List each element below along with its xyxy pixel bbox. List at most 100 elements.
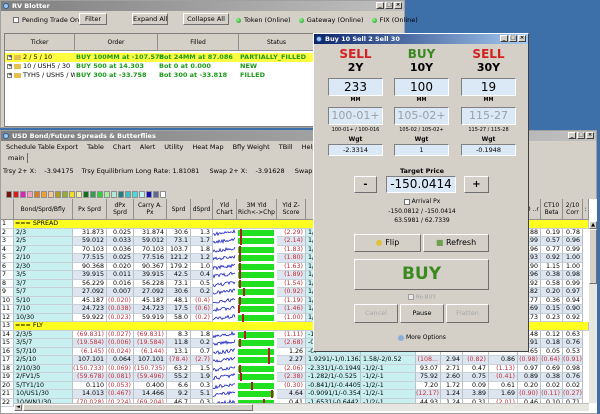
color-swatch[interactable] (34, 191, 40, 198)
color-swatch[interactable] (20, 191, 26, 198)
color-swatch[interactable] (13, 191, 19, 198)
color-swatch[interactable] (104, 191, 110, 198)
leg-weight-input[interactable]: -0.1948 (461, 144, 516, 156)
column-header[interactable]: Px Sprd (73, 199, 107, 220)
dialog-title-bar[interactable]: Buy 10 Sell 2 Sell 30 _ □ × (314, 34, 528, 44)
minimize-button[interactable]: _ (500, 35, 508, 42)
color-swatch[interactable] (111, 191, 117, 198)
more-options-toggle[interactable]: More Options (314, 334, 530, 341)
column-header[interactable]: Yld Chart (213, 199, 237, 220)
flip-button[interactable]: ● Flip (354, 234, 421, 252)
maximize-button[interactable]: □ (385, 2, 393, 9)
leg-quantity-input[interactable]: 233 (328, 78, 383, 96)
horizontal-scrollbar[interactable]: ◄ (14, 403, 589, 411)
col-filled[interactable]: Filled (158, 34, 239, 51)
color-swatch[interactable] (6, 191, 12, 198)
rebuy-checkbox[interactable]: Re-BUY (314, 294, 530, 301)
column-header[interactable]: 3M Yld Rich<->Chp (237, 199, 277, 220)
menu-item-utility[interactable]: Utility (164, 143, 183, 151)
vertical-scroll-thumb[interactable] (589, 229, 597, 284)
color-swatch[interactable] (132, 191, 138, 198)
color-swatch[interactable] (97, 191, 103, 198)
column-header[interactable] (1, 199, 14, 220)
leg-quantity-input[interactable]: 19 (461, 78, 516, 96)
color-swatch[interactable] (146, 191, 152, 198)
expand-all-button[interactable]: Expand All (132, 13, 168, 25)
vertical-scrollbar[interactable]: ▲ (589, 221, 597, 403)
expand-toggle-icon[interactable]: + (7, 73, 12, 78)
decrement-button[interactable]: - (354, 176, 377, 193)
menu-item-tbill[interactable]: TBill (279, 143, 293, 151)
menu-item-heat-map[interactable]: Heat Map (192, 143, 223, 151)
col-status[interactable]: Status (239, 34, 315, 51)
color-swatch[interactable] (55, 191, 61, 198)
minimize-button[interactable]: _ (568, 132, 576, 139)
checkbox-icon[interactable] (403, 198, 410, 205)
leg-price-input[interactable]: 115-27 (461, 107, 516, 125)
checkbox-icon[interactable] (408, 294, 415, 300)
leg-weight-input[interactable]: -2.3314 (328, 144, 383, 156)
menu-item-bfly-weight[interactable]: Bfly Weight (233, 143, 270, 151)
arrival-px-checkbox[interactable]: Arrival Px (314, 198, 530, 205)
expand-toggle-icon[interactable]: + (7, 55, 12, 60)
color-swatch[interactable] (76, 191, 82, 198)
column-header[interactable]: Bond/Sprd/Bfly (14, 199, 73, 220)
refresh-button[interactable]: ■ Refresh (423, 234, 489, 252)
color-swatch[interactable] (69, 191, 75, 198)
close-button[interactable]: × (518, 35, 526, 42)
color-swatch[interactable] (62, 191, 68, 198)
tab-main[interactable]: main (5, 153, 29, 163)
color-swatch[interactable] (118, 191, 124, 198)
column-header[interactable]: Carry A. Px (134, 199, 167, 220)
leg-price-input[interactable]: 100-01+ (328, 107, 383, 125)
leg-price-input[interactable]: 105-02+ (394, 107, 449, 125)
column-header[interactable]: Sprd (167, 199, 191, 220)
blotter-title-bar[interactable]: RV Blotter _ □ × (1, 1, 404, 11)
column-header[interactable]: dSprd (191, 199, 213, 220)
column-header[interactable]: : (583, 199, 589, 220)
cancel-button[interactable]: Cancel (354, 304, 398, 323)
close-button[interactable]: × (586, 132, 594, 139)
color-swatch[interactable] (160, 191, 166, 198)
maximize-button[interactable]: □ (509, 35, 517, 42)
color-swatch[interactable] (153, 191, 159, 198)
color-swatch[interactable] (48, 191, 54, 198)
menu-item-schedule-table-export[interactable]: Schedule Table Export (6, 143, 78, 151)
trsy-value: -3.94175 (44, 167, 74, 175)
color-swatch[interactable] (27, 191, 33, 198)
increment-button[interactable]: + (464, 176, 489, 193)
collapse-all-button[interactable]: Collapse All (183, 13, 229, 25)
menu-item-chart[interactable]: Chart (113, 143, 131, 151)
scroll-left-icon[interactable]: ◄ (14, 404, 22, 411)
col-order[interactable]: Order (75, 34, 158, 51)
color-swatch[interactable] (139, 191, 145, 198)
scroll-up-icon[interactable]: ▲ (589, 221, 597, 229)
maximize-button[interactable]: □ (577, 132, 585, 139)
expand-toggle-icon[interactable]: + (7, 64, 12, 69)
expand-icon[interactable] (398, 334, 405, 341)
menu-item-table[interactable]: Table (87, 143, 104, 151)
target-price-input[interactable]: -150.0414 (386, 176, 456, 193)
horizontal-scroll-thumb[interactable] (23, 404, 253, 411)
column-header[interactable]: 2/10 Corr (563, 199, 583, 220)
data-cell: (0.027) (107, 330, 134, 339)
flatten-button[interactable]: Flatten (446, 304, 489, 323)
column-header[interactable]: Yld Z-Score (277, 199, 306, 220)
close-button[interactable]: × (394, 2, 402, 9)
color-swatch[interactable] (90, 191, 96, 198)
column-header[interactable]: dPx Sprd (107, 199, 134, 220)
minimize-button[interactable]: _ (376, 2, 384, 9)
leg-weight-input[interactable]: 1 (394, 144, 449, 156)
leg-quantity-input[interactable]: 100 (394, 78, 449, 96)
col-ticker[interactable]: Ticker (5, 34, 75, 51)
color-swatch[interactable] (125, 191, 131, 198)
filter-button[interactable]: Filter (79, 13, 107, 25)
color-swatch[interactable] (41, 191, 47, 198)
pending-trade-checkbox[interactable]: Pending Trade Only (13, 16, 85, 24)
column-header[interactable]: CT10 Beta (541, 199, 563, 220)
buy-button[interactable]: BUY (354, 259, 489, 290)
pause-button[interactable]: Pause (400, 304, 444, 323)
color-swatch[interactable] (83, 191, 89, 198)
checkbox-icon[interactable] (13, 17, 19, 23)
menu-item-alert[interactable]: Alert (140, 143, 155, 151)
